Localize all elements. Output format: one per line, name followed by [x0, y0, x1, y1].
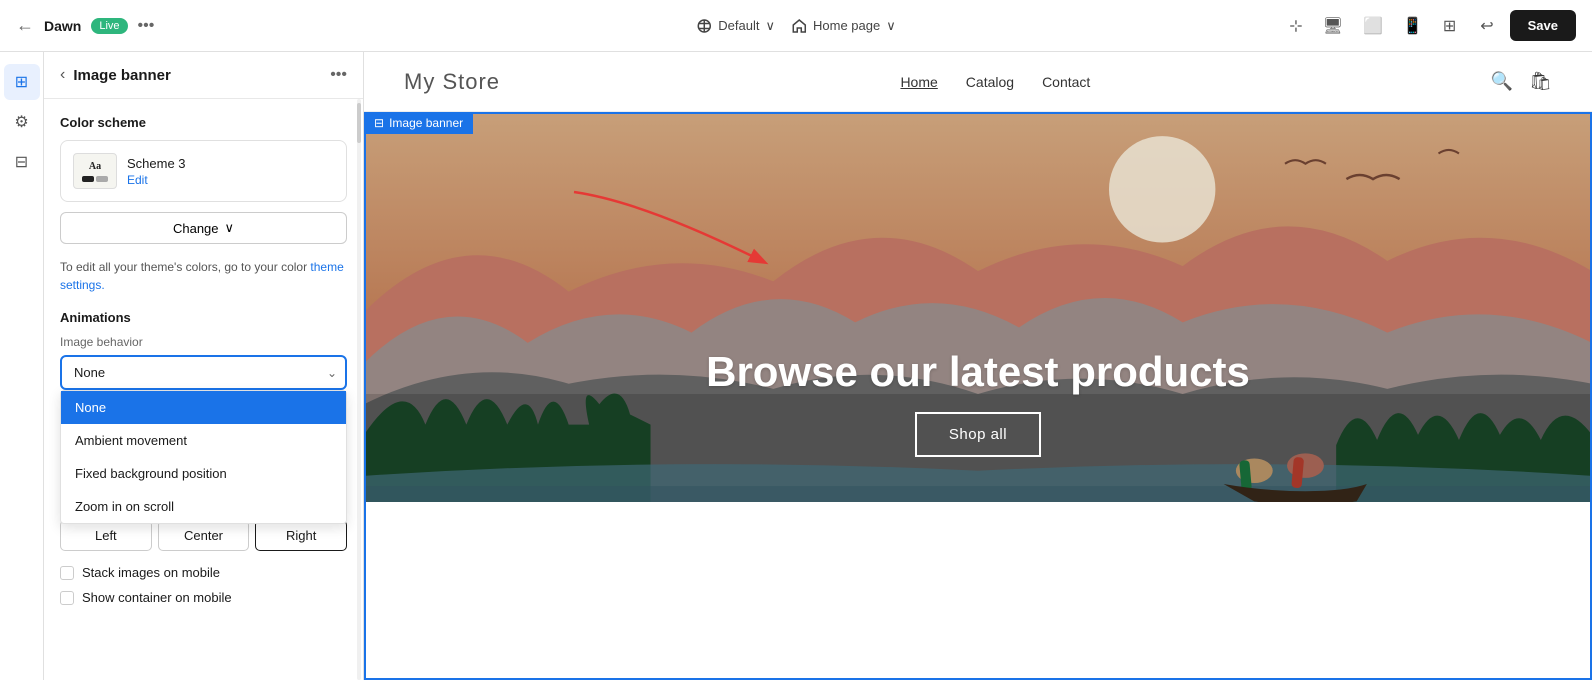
nav-link-catalog[interactable]: Catalog: [966, 74, 1014, 90]
change-button[interactable]: Change ∨: [60, 212, 347, 244]
stack-images-row: Stack images on mobile: [60, 565, 347, 580]
image-behavior-label: Image behavior: [60, 335, 347, 349]
scheme-bar-dark: [82, 176, 94, 182]
topbar-center: Default ∨ Home page ∨: [696, 18, 895, 34]
panel-header: ‹ Image banner •••: [44, 52, 363, 99]
scrollbar-thumb: [357, 103, 361, 143]
scheme-edit-link[interactable]: Edit: [127, 173, 186, 187]
change-chevron: ∨: [225, 220, 235, 236]
cursor-icon[interactable]: ⊹: [1281, 10, 1310, 42]
topbar-left: ← Dawn Live •••: [16, 15, 1269, 36]
search-icon[interactable]: 🔍: [1491, 71, 1513, 92]
align-right-button[interactable]: Right: [255, 520, 347, 551]
theme-name: Dawn: [44, 18, 81, 34]
image-banner-badge: ⊟ Image banner: [364, 112, 473, 134]
topbar: ← Dawn Live ••• Default ∨ Home page ∨ ⊹ …: [0, 0, 1592, 52]
preview-area: My Store Home Catalog Contact 🔍 🛍 ⊟ Imag…: [364, 52, 1592, 680]
back-button[interactable]: ←: [16, 15, 34, 36]
homepage-chevron: ∨: [886, 18, 896, 34]
sidebar-icons: ⊞ ⚙ ⊟: [0, 52, 44, 680]
stack-images-checkbox[interactable]: [60, 566, 74, 580]
sidebar-item-layout[interactable]: ⊞: [4, 64, 40, 100]
image-banner-badge-text: Image banner: [389, 116, 463, 130]
cart-icon[interactable]: 🛍: [1529, 71, 1552, 92]
scrollbar-track: [357, 99, 361, 680]
grid-icon[interactable]: ⊞: [1435, 10, 1464, 42]
align-left-button[interactable]: Left: [60, 520, 152, 551]
mobile-icon[interactable]: 📱: [1395, 10, 1431, 42]
stack-images-label: Stack images on mobile: [82, 565, 220, 580]
shop-all-button[interactable]: Shop all: [915, 412, 1041, 457]
panel-more-button[interactable]: •••: [330, 66, 347, 84]
undo-button[interactable]: ↩: [1472, 10, 1501, 42]
nav-link-home[interactable]: Home: [900, 74, 937, 90]
sidebar-item-apps[interactable]: ⊟: [4, 144, 40, 180]
animations-label: Animations: [60, 310, 347, 325]
desktop-icon[interactable]: 🖥: [1315, 10, 1351, 42]
store-nav: My Store Home Catalog Contact 🔍 🛍: [364, 52, 1592, 112]
color-scheme-label: Color scheme: [60, 115, 347, 130]
topbar-more-button[interactable]: •••: [138, 17, 155, 35]
image-behavior-select[interactable]: None Ambient movement Fixed background p…: [60, 355, 347, 390]
scheme-bar-light: [96, 176, 108, 182]
show-container-row: Show container on mobile: [60, 590, 347, 605]
scheme-info: Scheme 3 Edit: [127, 156, 186, 187]
image-banner-badge-icon: ⊟: [374, 116, 384, 130]
store-nav-icons: 🔍 🛍: [1491, 71, 1552, 92]
scheme-preview: Aa: [73, 153, 117, 189]
store-logo: My Store: [404, 69, 500, 95]
align-center-button[interactable]: Center: [158, 520, 250, 551]
device-icons: ⊹ 🖥 ⬜ 📱 ⊞: [1281, 10, 1464, 42]
scheme-name: Scheme 3: [127, 156, 186, 171]
panel-back-button[interactable]: ‹: [60, 66, 65, 84]
banner-overlay: Browse our latest products Shop all: [364, 302, 1592, 502]
store-nav-links: Home Catalog Contact: [900, 74, 1090, 90]
dropdown-option-fixed[interactable]: Fixed background position: [61, 457, 346, 490]
panel-title: Image banner: [73, 67, 171, 84]
dropdown-popup: None Ambient movement Fixed background p…: [60, 390, 347, 524]
save-button[interactable]: Save: [1510, 10, 1576, 41]
homepage-selector[interactable]: Home page ∨: [791, 18, 896, 34]
sidebar-item-settings[interactable]: ⚙: [4, 104, 40, 140]
panel-header-left: ‹ Image banner: [60, 66, 171, 84]
main-layout: ⊞ ⚙ ⊟ ‹ Image banner ••• Color scheme Aa: [0, 52, 1592, 680]
homepage-label: Home page: [813, 18, 880, 33]
dropdown-option-ambient[interactable]: Ambient movement: [61, 424, 346, 457]
show-container-checkbox[interactable]: [60, 591, 74, 605]
banner-area: Browse our latest products Shop all: [364, 112, 1592, 502]
default-label: Default: [718, 18, 759, 33]
default-chevron: ∨: [765, 18, 775, 34]
live-badge: Live: [91, 18, 127, 34]
alignment-buttons: Left Center Right: [60, 520, 347, 551]
color-scheme-box: Aa Scheme 3 Edit: [60, 140, 347, 202]
tablet-icon[interactable]: ⬜: [1355, 10, 1391, 42]
nav-link-contact[interactable]: Contact: [1042, 74, 1090, 90]
scheme-preview-bar: [82, 176, 108, 182]
dropdown-option-none[interactable]: None: [61, 391, 346, 424]
image-behavior-dropdown[interactable]: None Ambient movement Fixed background p…: [60, 355, 347, 390]
dropdown-option-zoom[interactable]: Zoom in on scroll: [61, 490, 346, 523]
panel: ‹ Image banner ••• Color scheme Aa: [44, 52, 364, 680]
show-container-label: Show container on mobile: [82, 590, 232, 605]
theme-note: To edit all your theme's colors, go to y…: [60, 258, 347, 294]
panel-body[interactable]: Color scheme Aa Scheme 3 Edit Change ∨: [44, 99, 363, 680]
topbar-right: ⊹ 🖥 ⬜ 📱 ⊞ ↩ Save: [1281, 10, 1576, 42]
default-selector[interactable]: Default ∨: [696, 18, 775, 34]
banner-title: Browse our latest products: [706, 348, 1250, 396]
